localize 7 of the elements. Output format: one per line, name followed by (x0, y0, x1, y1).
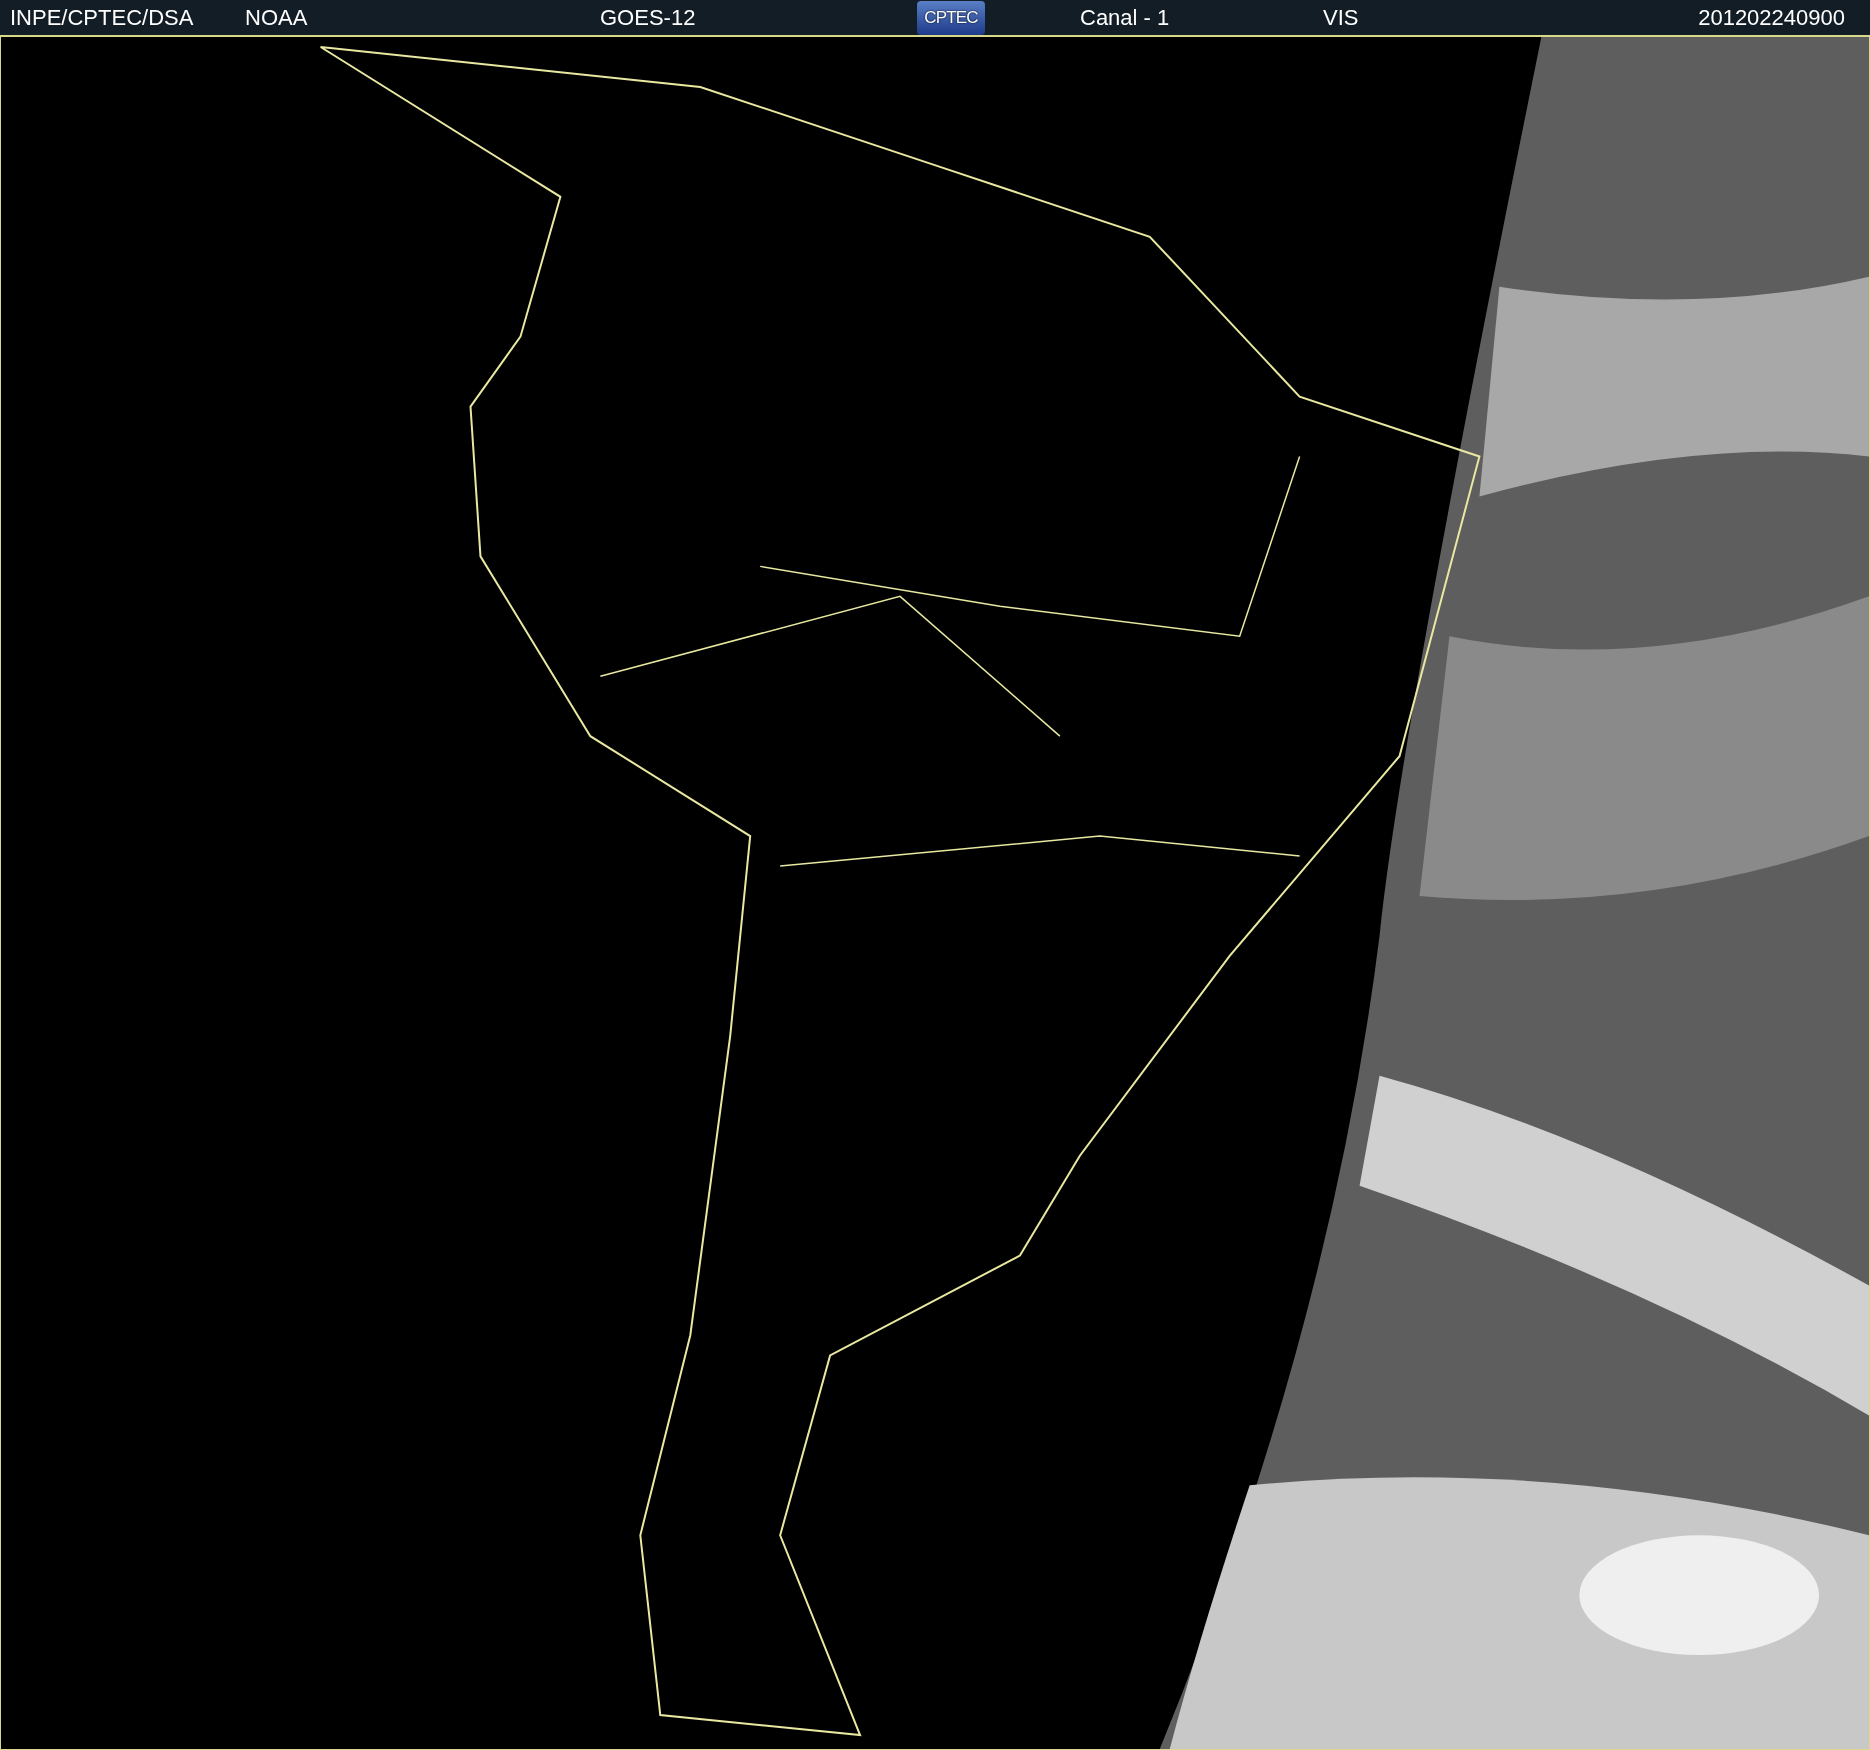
header-label: Canal - 1 (1080, 5, 1170, 30)
header-label: INPE/CPTEC/DSA (10, 5, 194, 30)
header-label: NOAA (245, 5, 308, 30)
logo: CPTEC (917, 0, 985, 35)
header-label: VIS (1323, 5, 1359, 30)
header-label: 201202240900 (1698, 4, 1845, 32)
header-label: GOES-12 (600, 5, 696, 30)
